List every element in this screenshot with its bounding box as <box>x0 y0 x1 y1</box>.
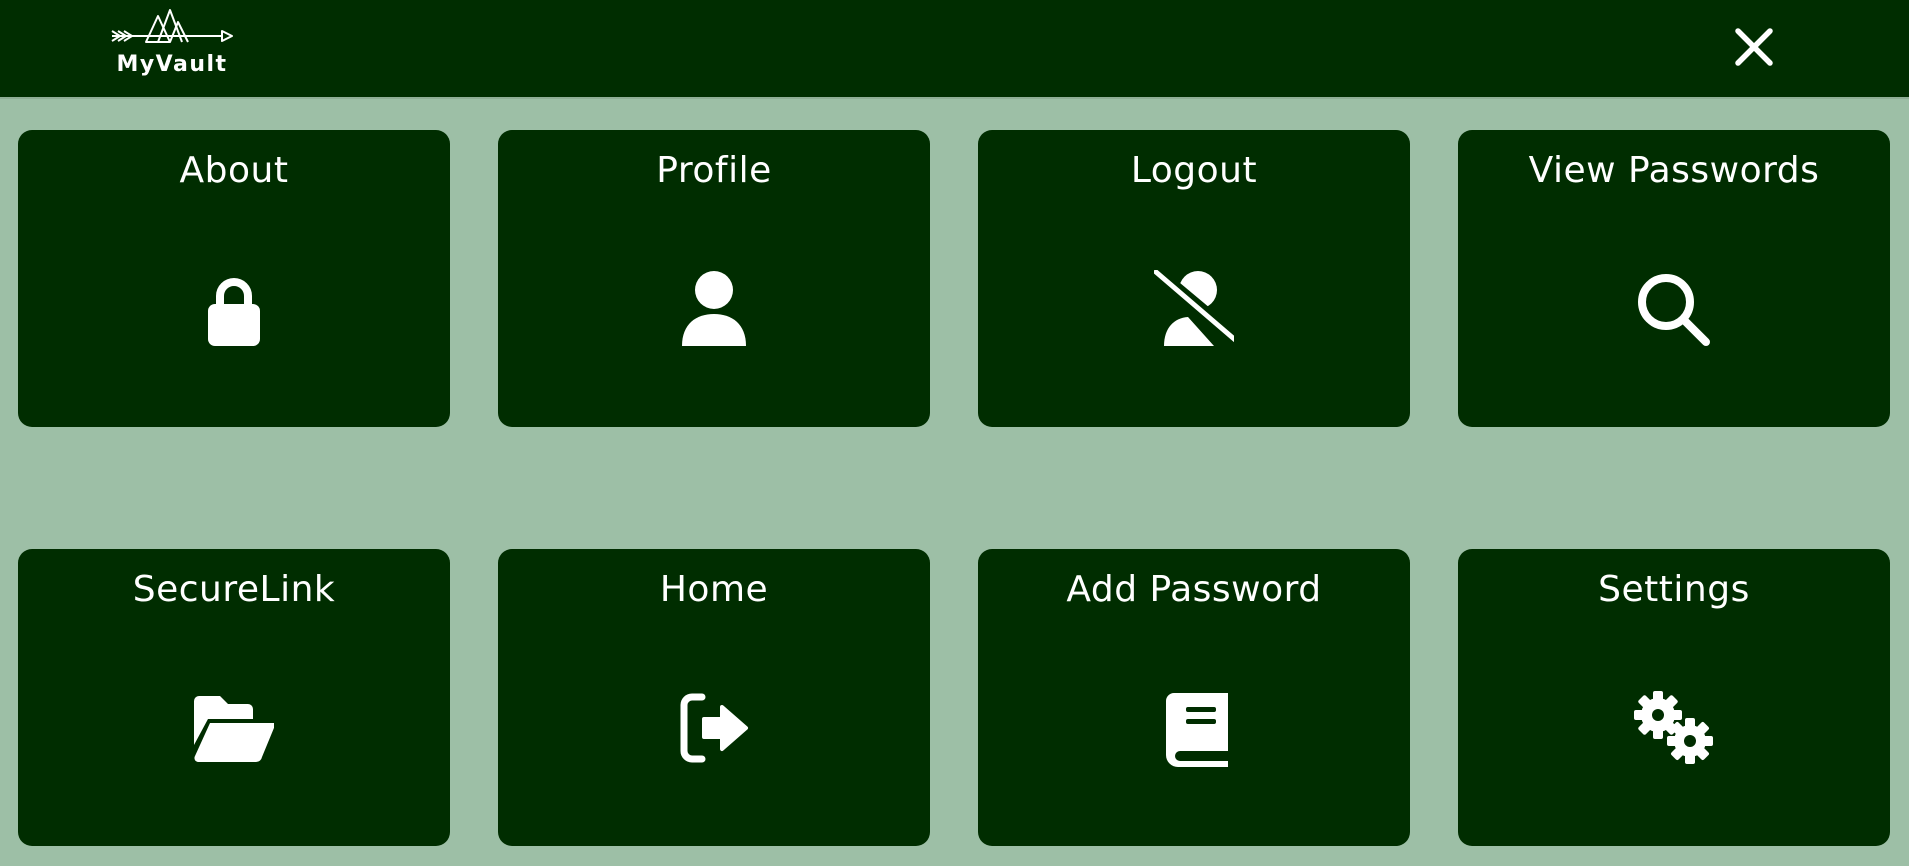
book-icon <box>1154 689 1234 769</box>
gears-icon <box>1634 689 1714 769</box>
tile-about[interactable]: About <box>18 130 450 427</box>
sign-out-icon <box>674 689 754 769</box>
tile-label: Logout <box>1130 150 1258 191</box>
top-bar: MyVault <box>0 0 1909 99</box>
tile-label: Home <box>659 569 769 610</box>
tile-profile[interactable]: Profile <box>498 130 930 427</box>
close-button[interactable] <box>1726 22 1778 74</box>
tile-label: Profile <box>656 150 772 191</box>
tile-home[interactable]: Home <box>498 549 930 846</box>
tile-securelink[interactable]: SecureLink <box>18 549 450 846</box>
close-icon <box>1735 28 1773 66</box>
tile-logout[interactable]: Logout <box>978 130 1410 427</box>
tile-view-passwords[interactable]: View Passwords <box>1458 130 1890 427</box>
tile-label: Settings <box>1598 569 1750 610</box>
app-name: MyVault <box>116 52 228 77</box>
tile-label: About <box>179 150 289 191</box>
tile-label: Add Password <box>1066 569 1322 610</box>
tile-label: View Passwords <box>1528 150 1820 191</box>
tile-label: SecureLink <box>132 569 336 610</box>
app-logo[interactable]: MyVault <box>110 6 234 80</box>
logo-mark-icon <box>111 9 233 43</box>
folder-open-icon <box>194 689 274 769</box>
search-icon <box>1634 270 1714 350</box>
user-slash-icon <box>1154 270 1234 350</box>
tile-add-password[interactable]: Add Password <box>978 549 1410 846</box>
user-icon <box>674 270 754 350</box>
lock-icon <box>194 270 274 350</box>
tile-settings[interactable]: Settings <box>1458 549 1890 846</box>
